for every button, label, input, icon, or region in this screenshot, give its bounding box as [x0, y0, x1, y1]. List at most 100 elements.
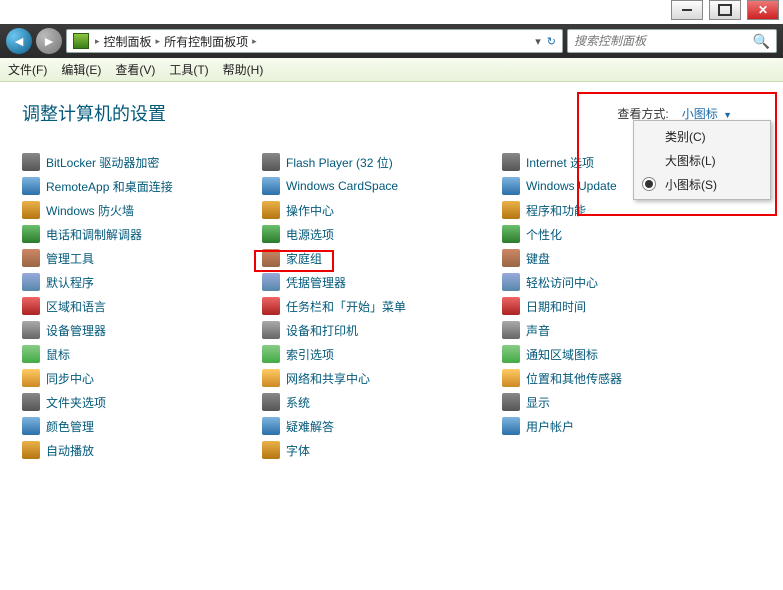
control-panel-item[interactable]: 区域和语言 — [22, 294, 262, 318]
back-button[interactable]: ◄ — [6, 28, 32, 54]
control-panel-item[interactable]: 管理工具 — [22, 246, 262, 270]
item-icon — [262, 393, 280, 411]
item-label: 区域和语言 — [46, 298, 106, 315]
chevron-right-icon: ▸ — [156, 36, 161, 47]
control-panel-item[interactable]: 用户帐户 — [502, 414, 742, 438]
control-panel-item[interactable]: 设备管理器 — [22, 318, 262, 342]
control-panel-item[interactable]: 键盘 — [502, 246, 742, 270]
item-label: 疑难解答 — [286, 418, 334, 435]
control-panel-item[interactable]: 轻松访问中心 — [502, 270, 742, 294]
breadcrumb-root[interactable]: 控制面板 — [104, 33, 152, 50]
control-panel-item[interactable]: BitLocker 驱动器加密 — [22, 150, 262, 174]
item-icon — [262, 225, 280, 243]
item-icon — [22, 369, 40, 387]
item-icon — [22, 153, 40, 171]
dropdown-item-small[interactable]: 小图标(S) — [637, 172, 767, 196]
control-panel-item[interactable]: Flash Player (32 位) — [262, 150, 502, 174]
item-label: 默认程序 — [46, 274, 94, 291]
item-icon — [22, 297, 40, 315]
menu-file[interactable]: 文件(F) — [8, 61, 47, 78]
menu-bar: 文件(F) 编辑(E) 查看(V) 工具(T) 帮助(H) — [0, 58, 783, 82]
item-label: BitLocker 驱动器加密 — [46, 154, 159, 171]
control-panel-item[interactable]: 电源选项 — [262, 222, 502, 246]
control-panel-item[interactable]: 程序和功能 — [502, 198, 742, 222]
item-label: Windows Update — [526, 179, 617, 193]
breadcrumb-current[interactable]: 所有控制面板项 — [164, 33, 248, 50]
item-label: 鼠标 — [46, 346, 70, 363]
item-icon — [22, 177, 40, 195]
control-panel-item[interactable]: 颜色管理 — [22, 414, 262, 438]
item-label: 键盘 — [526, 250, 550, 267]
dropdown-item-category[interactable]: 类别(C) — [637, 124, 767, 148]
control-panel-item[interactable]: 网络和共享中心 — [262, 366, 502, 390]
search-icon[interactable]: 🔍 — [753, 33, 770, 50]
control-panel-item[interactable]: 索引选项 — [262, 342, 502, 366]
control-panel-icon — [73, 33, 89, 49]
control-panel-item[interactable]: 通知区域图标 — [502, 342, 742, 366]
control-panel-item[interactable]: 同步中心 — [22, 366, 262, 390]
forward-button[interactable]: ► — [36, 28, 62, 54]
control-panel-item[interactable]: 疑难解答 — [262, 414, 502, 438]
control-panel-item[interactable]: 家庭组 — [262, 246, 502, 270]
control-panel-item[interactable]: 设备和打印机 — [262, 318, 502, 342]
menu-tools[interactable]: 工具(T) — [169, 61, 208, 78]
control-panel-item[interactable]: 系统 — [262, 390, 502, 414]
item-icon — [22, 321, 40, 339]
item-icon — [502, 297, 520, 315]
control-panel-item[interactable]: 默认程序 — [22, 270, 262, 294]
item-icon — [262, 177, 280, 195]
view-dropdown-menu: 类别(C) 大图标(L) 小图标(S) — [633, 120, 771, 200]
control-panel-item[interactable]: 个性化 — [502, 222, 742, 246]
item-icon — [262, 201, 280, 219]
item-label: Internet 选项 — [526, 154, 594, 171]
item-icon — [22, 393, 40, 411]
control-panel-item[interactable]: 任务栏和「开始」菜单 — [262, 294, 502, 318]
item-label: RemoteApp 和桌面连接 — [46, 178, 173, 195]
control-panel-item[interactable]: 声音 — [502, 318, 742, 342]
item-icon — [262, 249, 280, 267]
maximize-button[interactable] — [709, 0, 741, 20]
menu-view[interactable]: 查看(V) — [115, 61, 155, 78]
control-panel-item[interactable]: 自动播放 — [22, 438, 262, 462]
control-panel-item[interactable]: 显示 — [502, 390, 742, 414]
column-2: Flash Player (32 位)Windows CardSpace操作中心… — [262, 150, 502, 462]
control-panel-item[interactable]: RemoteApp 和桌面连接 — [22, 174, 262, 198]
address-bar[interactable]: ▸ 控制面板 ▸ 所有控制面板项 ▸ ▾ ↻ — [66, 29, 563, 53]
search-box[interactable]: 🔍 — [567, 29, 777, 53]
control-panel-item[interactable]: Windows CardSpace — [262, 174, 502, 198]
chevron-right-icon: ▸ — [95, 36, 100, 47]
control-panel-item[interactable]: Windows 防火墙 — [22, 198, 262, 222]
search-input[interactable] — [574, 34, 753, 48]
menu-edit[interactable]: 编辑(E) — [61, 61, 101, 78]
control-panel-item[interactable]: 日期和时间 — [502, 294, 742, 318]
item-label: 个性化 — [526, 226, 562, 243]
close-button[interactable] — [747, 0, 779, 20]
breadcrumb[interactable]: ▸ 控制面板 ▸ 所有控制面板项 ▸ — [95, 33, 257, 50]
item-icon — [22, 201, 40, 219]
control-panel-item[interactable]: 字体 — [262, 438, 502, 462]
control-panel-item[interactable]: 操作中心 — [262, 198, 502, 222]
item-label: 日期和时间 — [526, 298, 586, 315]
menu-help[interactable]: 帮助(H) — [223, 61, 264, 78]
item-label: 用户帐户 — [526, 418, 574, 435]
item-icon — [262, 297, 280, 315]
dropdown-arrow-icon[interactable]: ▾ — [535, 35, 541, 48]
item-icon — [502, 273, 520, 291]
item-icon — [502, 393, 520, 411]
control-panel-item[interactable]: 鼠标 — [22, 342, 262, 366]
chevron-down-icon: ▼ — [723, 110, 732, 120]
item-label: 程序和功能 — [526, 202, 586, 219]
item-label: 电话和调制解调器 — [46, 226, 142, 243]
minimize-button[interactable] — [671, 0, 703, 20]
control-panel-item[interactable]: 电话和调制解调器 — [22, 222, 262, 246]
item-label: 系统 — [286, 394, 310, 411]
navigation-bar: ◄ ► ▸ 控制面板 ▸ 所有控制面板项 ▸ ▾ ↻ 🔍 — [0, 24, 783, 58]
item-icon — [502, 369, 520, 387]
control-panel-item[interactable]: 凭据管理器 — [262, 270, 502, 294]
refresh-button[interactable]: ↻ — [547, 35, 556, 48]
control-panel-item[interactable]: 位置和其他传感器 — [502, 366, 742, 390]
control-panel-item[interactable]: 文件夹选项 — [22, 390, 262, 414]
item-icon — [262, 153, 280, 171]
dropdown-item-large[interactable]: 大图标(L) — [637, 148, 767, 172]
item-icon — [22, 417, 40, 435]
